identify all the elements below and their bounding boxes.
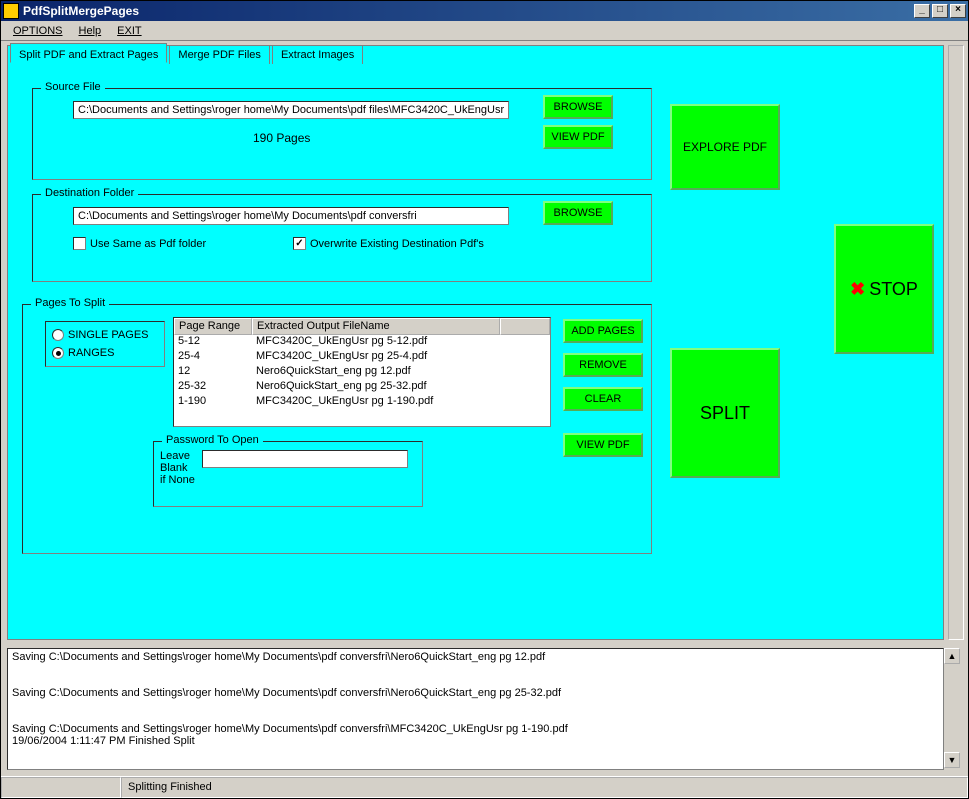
- remove-button[interactable]: REMOVE: [563, 353, 643, 377]
- password-hint: Leave Blank if None: [160, 450, 196, 486]
- menubar: OPTIONS Help EXIT: [1, 21, 968, 41]
- radio-ranges-icon: [52, 347, 64, 359]
- tab-extract[interactable]: Extract Images: [272, 45, 363, 65]
- status-cell-left: [1, 777, 121, 798]
- source-pages-count: 190 Pages: [253, 131, 310, 145]
- radio-single-icon: [52, 329, 64, 341]
- source-file-label: Source File: [41, 81, 105, 93]
- menu-exit[interactable]: EXIT: [109, 23, 149, 39]
- window-title: PdfSplitMergePages: [23, 4, 914, 18]
- password-label: Password To Open: [162, 434, 263, 446]
- cell-output: MFC3420C_UkEngUsr pg 25-4.pdf: [252, 350, 542, 365]
- log-output[interactable]: Saving C:\Documents and Settings\roger h…: [7, 648, 944, 770]
- use-same-folder-checkbox[interactable]: Use Same as Pdf folder: [73, 237, 206, 250]
- overwrite-label: Overwrite Existing Destination Pdf's: [310, 238, 484, 250]
- status-message: Splitting Finished: [121, 777, 968, 798]
- titlebar: PdfSplitMergePages _ □ ×: [1, 1, 968, 21]
- listview-body: 5-12MFC3420C_UkEngUsr pg 5-12.pdf25-4MFC…: [174, 335, 550, 410]
- col-page-range[interactable]: Page Range: [174, 318, 252, 335]
- explore-pdf-button[interactable]: EXPLORE PDF: [670, 104, 780, 190]
- cell-range: 1-190: [174, 395, 252, 410]
- table-row[interactable]: 12Nero6QuickStart_eng pg 12.pdf: [174, 365, 550, 380]
- destination-browse-button[interactable]: BROWSE: [543, 201, 613, 225]
- main-vscrollbar[interactable]: [948, 45, 964, 640]
- view-pdf-button[interactable]: VIEW PDF: [563, 433, 643, 457]
- col-output-filename[interactable]: Extracted Output FileName: [252, 318, 500, 335]
- menu-options[interactable]: OPTIONS: [5, 23, 71, 39]
- radio-ranges[interactable]: RANGES: [52, 347, 114, 359]
- radio-single-pages[interactable]: SINGLE PAGES: [52, 329, 149, 341]
- password-input[interactable]: [202, 450, 408, 468]
- col-blank: [500, 318, 550, 335]
- add-pages-button[interactable]: ADD PAGES: [563, 319, 643, 343]
- radio-ranges-label: RANGES: [68, 347, 114, 359]
- split-mode-radiogroup: SINGLE PAGES RANGES: [45, 321, 165, 367]
- table-row[interactable]: 25-4MFC3420C_UkEngUsr pg 25-4.pdf: [174, 350, 550, 365]
- stop-button[interactable]: ✖STOP: [834, 224, 934, 354]
- overwrite-checkbox-icon: [293, 237, 306, 250]
- source-path-input[interactable]: [73, 101, 509, 119]
- source-view-button[interactable]: VIEW PDF: [543, 125, 613, 149]
- overwrite-checkbox[interactable]: Overwrite Existing Destination Pdf's: [293, 237, 484, 250]
- cell-output: MFC3420C_UkEngUsr pg 1-190.pdf: [252, 395, 542, 410]
- log-scroll-up-icon[interactable]: ▲: [944, 648, 960, 664]
- pages-listview[interactable]: Page Range Extracted Output FileName 5-1…: [173, 317, 551, 427]
- stop-label: STOP: [869, 279, 918, 300]
- tab-strip: Split PDF and Extract Pages Merge PDF Fi…: [10, 45, 365, 65]
- tab-merge[interactable]: Merge PDF Files: [169, 45, 270, 65]
- source-browse-button[interactable]: BROWSE: [543, 95, 613, 119]
- stop-x-icon: ✖: [850, 279, 865, 300]
- maximize-button[interactable]: □: [932, 4, 948, 18]
- app-icon: [3, 3, 19, 19]
- app-window: PdfSplitMergePages _ □ × OPTIONS Help EX…: [0, 0, 969, 799]
- tab-container: Split PDF and Extract Pages Merge PDF Fi…: [7, 45, 944, 640]
- use-same-label: Use Same as Pdf folder: [90, 238, 206, 250]
- pages-to-split-label: Pages To Split: [31, 297, 109, 309]
- listview-header: Page Range Extracted Output FileName: [174, 318, 550, 335]
- menu-help[interactable]: Help: [71, 23, 110, 39]
- minimize-button[interactable]: _: [914, 4, 930, 18]
- cell-range: 12: [174, 365, 252, 380]
- table-row[interactable]: 1-190MFC3420C_UkEngUsr pg 1-190.pdf: [174, 395, 550, 410]
- close-button[interactable]: ×: [950, 4, 966, 18]
- cell-output: Nero6QuickStart_eng pg 12.pdf: [252, 365, 542, 380]
- cell-range: 25-4: [174, 350, 252, 365]
- group-pages-to-split: Pages To Split SINGLE PAGES RANGES: [22, 304, 652, 554]
- tab-split[interactable]: Split PDF and Extract Pages: [10, 43, 167, 63]
- log-scroll-down-icon[interactable]: ▼: [944, 752, 960, 768]
- destination-path-input[interactable]: [73, 207, 509, 225]
- group-destination: Destination Folder BROWSE Use Same as Pd…: [32, 194, 652, 282]
- client-area: Split PDF and Extract Pages Merge PDF Fi…: [1, 41, 968, 798]
- tab-body-split: Source File 190 Pages BROWSE VIEW PDF De…: [10, 64, 941, 637]
- split-button[interactable]: SPLIT: [670, 348, 780, 478]
- use-same-checkbox-icon: [73, 237, 86, 250]
- cell-output: MFC3420C_UkEngUsr pg 5-12.pdf: [252, 335, 542, 350]
- radio-single-label: SINGLE PAGES: [68, 329, 149, 341]
- cell-range: 5-12: [174, 335, 252, 350]
- cell-range: 25-32: [174, 380, 252, 395]
- group-source-file: Source File 190 Pages BROWSE VIEW PDF: [32, 88, 652, 180]
- table-row[interactable]: 5-12MFC3420C_UkEngUsr pg 5-12.pdf: [174, 335, 550, 350]
- group-password: Password To Open Leave Blank if None: [153, 441, 423, 507]
- cell-output: Nero6QuickStart_eng pg 25-32.pdf: [252, 380, 542, 395]
- statusbar: Splitting Finished: [1, 776, 968, 798]
- destination-label: Destination Folder: [41, 187, 138, 199]
- table-row[interactable]: 25-32Nero6QuickStart_eng pg 25-32.pdf: [174, 380, 550, 395]
- clear-button[interactable]: CLEAR: [563, 387, 643, 411]
